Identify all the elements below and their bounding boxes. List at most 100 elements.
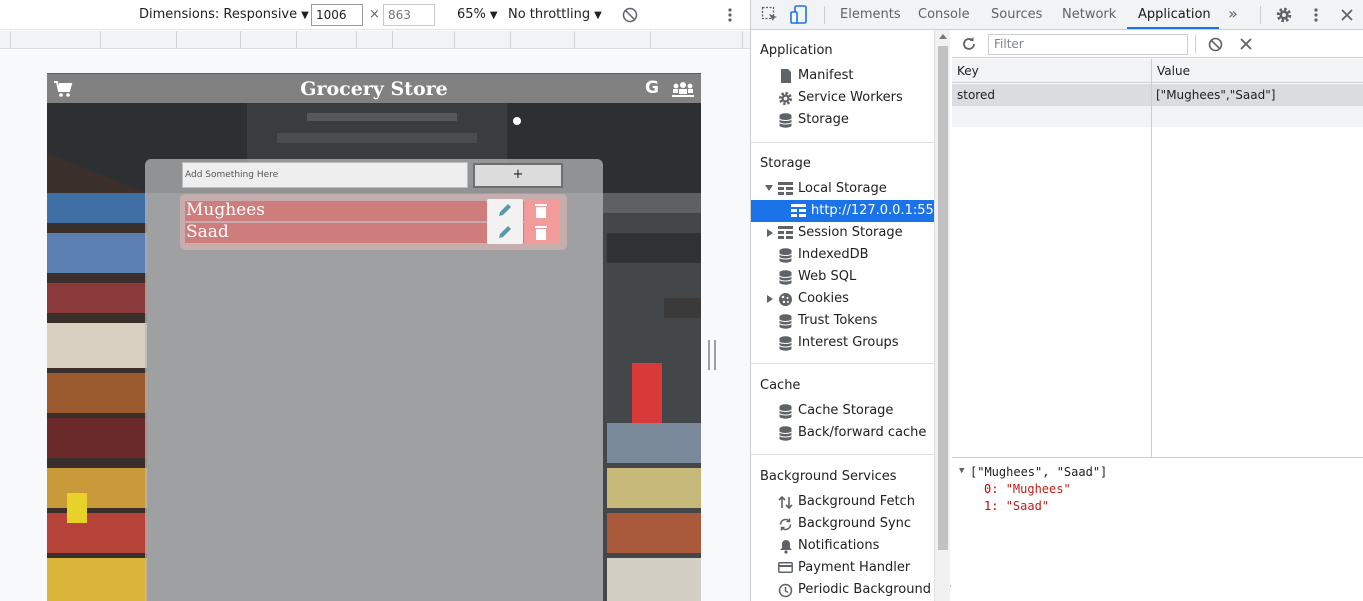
sidebar-item-web-sql[interactable]: Web SQL xyxy=(751,266,934,288)
devtools-tabbar: Elements Console Sources Network Applica… xyxy=(751,0,1363,30)
refresh-icon[interactable] xyxy=(961,36,977,52)
column-divider xyxy=(1151,59,1152,457)
sidebar-item-local-storage[interactable]: Local Storage xyxy=(751,178,934,200)
sidebar-item-label: Session Storage xyxy=(798,225,903,240)
table-row[interactable]: stored ["Mughees","Saad"] xyxy=(952,84,1363,106)
delete-button[interactable] xyxy=(524,221,560,244)
emulated-page: Grocery Store G Add Something Here + Mug… xyxy=(47,73,701,601)
sidebar-item-label: Local Storage xyxy=(798,181,887,196)
collapse-arrow-icon[interactable]: ▼ xyxy=(959,466,964,476)
google-icon[interactable]: G xyxy=(645,78,659,98)
sidebar-item-back-forward-cache[interactable]: Back/forward cache xyxy=(751,422,934,444)
sidebar-item-periodic-background-sync[interactable]: Periodic Background Sy xyxy=(751,579,951,601)
sidebar-item-background-fetch[interactable]: Background Fetch xyxy=(751,491,934,513)
sidebar-item-local-origin[interactable]: http://127.0.0.1:5500 xyxy=(751,200,950,222)
tab-network[interactable]: Network xyxy=(1062,7,1116,22)
storage-toolbar: Filter xyxy=(952,30,1363,58)
caret-down-icon: ▼ xyxy=(489,10,498,21)
expand-arrow-icon[interactable] xyxy=(767,295,773,303)
grid-icon xyxy=(778,182,793,195)
credit-card-icon xyxy=(778,562,793,573)
sidebar-item-label: Manifest xyxy=(798,68,854,83)
item-list: Mughees Saad xyxy=(180,194,567,250)
pencil-icon xyxy=(499,226,511,238)
team-icon[interactable] xyxy=(672,80,694,98)
app-header: Grocery Store G xyxy=(47,73,701,103)
todo-panel: Add Something Here + Mughees Saad xyxy=(145,159,603,601)
sidebar-item-manifest[interactable]: Manifest xyxy=(751,65,934,87)
resize-handle[interactable] xyxy=(708,340,716,370)
sidebar-item-indexeddb[interactable]: IndexedDB xyxy=(751,244,934,266)
edit-button[interactable] xyxy=(487,221,523,244)
tab-elements[interactable]: Elements xyxy=(840,7,901,22)
throttling-dropdown[interactable]: No throttling ▼ xyxy=(508,7,602,22)
column-header-value[interactable]: Value xyxy=(1152,59,1363,83)
close-icon[interactable] xyxy=(1340,8,1354,22)
grid-icon xyxy=(778,226,793,239)
dimensions-dropdown[interactable]: Dimensions: Responsive ▼ xyxy=(139,7,309,22)
expand-arrow-icon[interactable] xyxy=(765,185,773,191)
document-icon xyxy=(781,69,791,83)
more-options-icon[interactable] xyxy=(1312,7,1320,23)
database-icon xyxy=(779,314,792,329)
sidebar-item-service-workers[interactable]: Service Workers xyxy=(751,87,934,109)
sidebar-item-trust-tokens[interactable]: Trust Tokens xyxy=(751,310,934,332)
media-query-ruler xyxy=(0,31,750,49)
table-row-empty[interactable] xyxy=(952,106,1363,127)
rotate-icon[interactable] xyxy=(622,7,638,23)
preview-entry: 0: "Mughees" xyxy=(984,482,1071,496)
sidebar-item-label: Background Sync xyxy=(798,516,912,531)
delete-selected-icon[interactable] xyxy=(1240,38,1252,50)
sidebar-item-label: Notifications xyxy=(798,538,880,553)
add-button[interactable]: + xyxy=(473,163,563,188)
sidebar-scrollbar[interactable] xyxy=(934,30,950,601)
filter-input[interactable]: Filter xyxy=(988,34,1188,55)
device-toolbar-icon[interactable] xyxy=(790,5,808,25)
sidebar-item-payment-handler[interactable]: Payment Handler xyxy=(751,557,934,579)
sidebar-item-storage[interactable]: Storage xyxy=(751,109,934,131)
expand-arrow-icon[interactable] xyxy=(767,229,773,237)
column-header-key[interactable]: Key xyxy=(952,59,1151,83)
device-toolbar: Dimensions: Responsive▼ × 65%▼ No thrott… xyxy=(0,0,750,30)
sidebar-item-label: Cache Storage xyxy=(798,403,894,418)
more-tabs-button[interactable]: » xyxy=(1228,4,1238,23)
sidebar-item-cookies[interactable]: Cookies xyxy=(751,288,934,310)
gear-icon[interactable] xyxy=(1275,6,1293,24)
sidebar-item-interest-groups[interactable]: Interest Groups xyxy=(751,332,934,354)
scrollbar-thumb[interactable] xyxy=(938,46,948,550)
inspect-element-icon[interactable] xyxy=(761,6,779,24)
database-icon xyxy=(779,270,792,285)
more-options-icon[interactable] xyxy=(726,7,734,23)
zoom-dropdown[interactable]: 65% ▼ xyxy=(457,7,498,22)
sidebar-item-label: Cookies xyxy=(798,291,849,306)
row-value: ["Mughees","Saad"] xyxy=(1156,88,1276,102)
preview-entry: 1: "Saad" xyxy=(984,499,1049,513)
preview-index: 0: xyxy=(984,482,999,496)
scroll-up-arrow-icon[interactable] xyxy=(939,34,947,39)
sidebar-item-label: http://127.0.0.1:5500 xyxy=(811,203,951,218)
preview-summary: ["Mughees", "Saad"] xyxy=(970,465,1108,479)
zoom-label: 65% xyxy=(457,7,486,22)
edit-button[interactable] xyxy=(487,199,523,222)
section-title-application: Application xyxy=(760,43,833,58)
tab-application[interactable]: Application xyxy=(1138,7,1211,22)
sidebar-item-notifications[interactable]: Notifications xyxy=(751,535,934,557)
sidebar-item-background-sync[interactable]: Background Sync xyxy=(751,513,934,535)
active-tab-indicator xyxy=(1127,27,1219,29)
sync-icon xyxy=(779,518,792,531)
delete-button[interactable] xyxy=(524,199,560,222)
sidebar-item-session-storage[interactable]: Session Storage xyxy=(751,222,934,244)
tab-console[interactable]: Console xyxy=(918,7,970,22)
width-input[interactable] xyxy=(311,4,363,26)
section-title-cache: Cache xyxy=(760,378,801,393)
height-input[interactable] xyxy=(383,4,435,26)
tab-sources[interactable]: Sources xyxy=(991,7,1042,22)
row-key: stored xyxy=(957,88,995,102)
sidebar-item-label: Periodic Background Sy xyxy=(798,582,952,597)
dimensions-label: Dimensions: Responsive xyxy=(139,7,298,22)
database-icon xyxy=(779,336,792,351)
grid-icon xyxy=(791,204,806,217)
sidebar-item-cache-storage[interactable]: Cache Storage xyxy=(751,400,934,422)
clear-all-icon[interactable] xyxy=(1208,37,1223,52)
add-item-input[interactable]: Add Something Here xyxy=(182,162,468,188)
